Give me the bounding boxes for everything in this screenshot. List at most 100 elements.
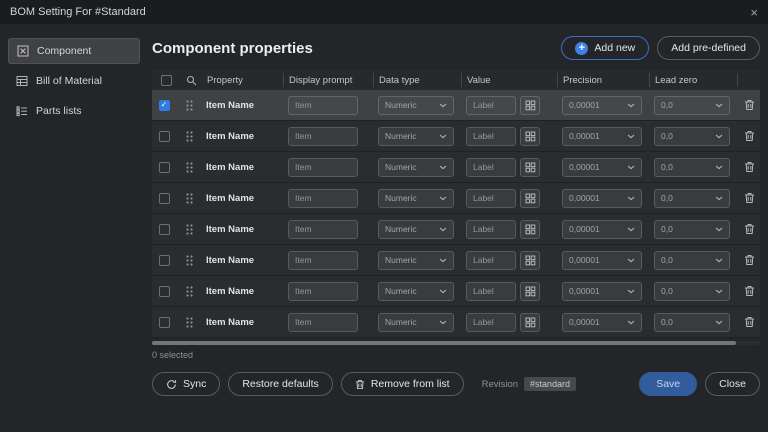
- data-type-select[interactable]: Numeric: [378, 157, 454, 177]
- precision-select[interactable]: 0,00001: [562, 219, 642, 239]
- add-new-button[interactable]: + Add new: [561, 36, 650, 60]
- delete-row-button[interactable]: [744, 130, 755, 142]
- value-input[interactable]: [466, 312, 516, 332]
- sidebar-item-bill-of-material[interactable]: Bill of Material: [8, 68, 140, 94]
- row-checkbox[interactable]: [158, 254, 170, 266]
- value-picker-button[interactable]: [520, 219, 540, 239]
- delete-row-button[interactable]: [744, 285, 755, 297]
- trash-icon: [744, 224, 754, 234]
- scrollbar-thumb[interactable]: [152, 341, 736, 345]
- display-prompt-input[interactable]: [288, 219, 358, 239]
- table-row: Item Name Numeric: [152, 90, 760, 121]
- sync-button[interactable]: Sync: [152, 372, 221, 396]
- value-input[interactable]: [466, 188, 516, 208]
- save-button[interactable]: Save: [639, 372, 698, 396]
- data-type-select[interactable]: Numeric: [378, 95, 454, 115]
- value-input[interactable]: [466, 250, 516, 270]
- sidebar-item-label: Parts lists: [36, 105, 82, 117]
- value-picker-button[interactable]: [520, 188, 540, 208]
- drag-handle-icon[interactable]: [185, 254, 193, 266]
- property-name: Item Name: [206, 99, 255, 111]
- precision-select[interactable]: 0,00001: [562, 95, 642, 115]
- lead-zero-select[interactable]: 0,0: [654, 250, 730, 270]
- precision-select[interactable]: 0,00001: [562, 157, 642, 177]
- display-prompt-input[interactable]: [288, 157, 358, 177]
- delete-row-button[interactable]: [744, 316, 755, 328]
- delete-row-button[interactable]: [744, 99, 755, 111]
- add-predefined-button[interactable]: Add pre-defined: [657, 36, 760, 60]
- precision-select[interactable]: 0,00001: [562, 312, 642, 332]
- value-input[interactable]: [466, 126, 516, 146]
- value-input[interactable]: [466, 95, 516, 115]
- display-prompt-input[interactable]: [288, 188, 358, 208]
- property-name: Item Name: [206, 254, 255, 266]
- select-all-checkbox[interactable]: [161, 74, 172, 86]
- data-type-select[interactable]: Numeric: [378, 312, 454, 332]
- data-type-select[interactable]: Numeric: [378, 281, 454, 301]
- lead-zero-select[interactable]: 0,0: [654, 188, 730, 208]
- revision-value-badge: #standard: [524, 377, 577, 391]
- delete-row-button[interactable]: [744, 161, 755, 173]
- lead-zero-select[interactable]: 0,0: [654, 126, 730, 146]
- value-picker-button[interactable]: [520, 95, 540, 115]
- drag-handle-icon[interactable]: [185, 192, 193, 204]
- value-picker-button[interactable]: [520, 312, 540, 332]
- revision-label: Revision: [481, 378, 519, 390]
- close-icon[interactable]: ×: [750, 6, 758, 19]
- value-input[interactable]: [466, 219, 516, 239]
- value-picker-button[interactable]: [520, 281, 540, 301]
- remove-from-list-button[interactable]: Remove from list: [340, 372, 464, 396]
- row-checkbox[interactable]: [158, 130, 170, 142]
- col-header-property: Property: [202, 73, 284, 87]
- precision-select[interactable]: 0,00001: [562, 281, 642, 301]
- row-checkbox[interactable]: [158, 161, 170, 173]
- data-type-select[interactable]: Numeric: [378, 188, 454, 208]
- row-checkbox[interactable]: [158, 99, 170, 111]
- value-picker-button[interactable]: [520, 126, 540, 146]
- lead-zero-select[interactable]: 0,0: [654, 281, 730, 301]
- display-prompt-input[interactable]: [288, 281, 358, 301]
- value-input[interactable]: [466, 281, 516, 301]
- display-prompt-input[interactable]: [288, 312, 358, 332]
- chevron-down-icon: [627, 258, 635, 262]
- drag-handle-icon[interactable]: [185, 223, 193, 235]
- display-prompt-input[interactable]: [288, 126, 358, 146]
- lead-zero-select[interactable]: 0,0: [654, 95, 730, 115]
- display-prompt-input[interactable]: [288, 95, 358, 115]
- close-button[interactable]: Close: [705, 372, 760, 396]
- drag-handle-icon[interactable]: [185, 161, 193, 173]
- value-picker-button[interactable]: [520, 157, 540, 177]
- drag-handle-icon[interactable]: [185, 285, 193, 297]
- sidebar-item-parts-lists[interactable]: Parts lists: [8, 98, 140, 124]
- drag-handle-icon[interactable]: [185, 99, 193, 111]
- row-checkbox[interactable]: [158, 192, 170, 204]
- delete-row-button[interactable]: [744, 223, 755, 235]
- data-type-select[interactable]: Numeric: [378, 250, 454, 270]
- sidebar-item-component[interactable]: Component: [8, 38, 140, 64]
- chevron-down-icon: [439, 196, 447, 200]
- property-name: Item Name: [206, 285, 255, 297]
- delete-row-button[interactable]: [744, 192, 755, 204]
- data-type-select[interactable]: Numeric: [378, 219, 454, 239]
- precision-select[interactable]: 0,00001: [562, 188, 642, 208]
- data-type-select[interactable]: Numeric: [378, 126, 454, 146]
- lead-zero-select[interactable]: 0,0: [654, 312, 730, 332]
- delete-row-button[interactable]: [744, 254, 755, 266]
- row-checkbox[interactable]: [158, 285, 170, 297]
- row-checkbox[interactable]: [158, 316, 170, 328]
- drag-handle-icon[interactable]: [185, 316, 193, 328]
- grid-icon: [525, 162, 535, 172]
- value-input[interactable]: [466, 157, 516, 177]
- lead-zero-select[interactable]: 0,0: [654, 219, 730, 239]
- restore-defaults-button[interactable]: Restore defaults: [228, 372, 333, 396]
- row-checkbox[interactable]: [158, 223, 170, 235]
- search-icon[interactable]: [186, 75, 197, 86]
- property-name: Item Name: [206, 316, 255, 328]
- display-prompt-input[interactable]: [288, 250, 358, 270]
- precision-select[interactable]: 0,00001: [562, 250, 642, 270]
- table-header: Property Display prompt Data type Value …: [152, 70, 760, 90]
- drag-handle-icon[interactable]: [185, 130, 193, 142]
- precision-select[interactable]: 0,00001: [562, 126, 642, 146]
- value-picker-button[interactable]: [520, 250, 540, 270]
- lead-zero-select[interactable]: 0,0: [654, 157, 730, 177]
